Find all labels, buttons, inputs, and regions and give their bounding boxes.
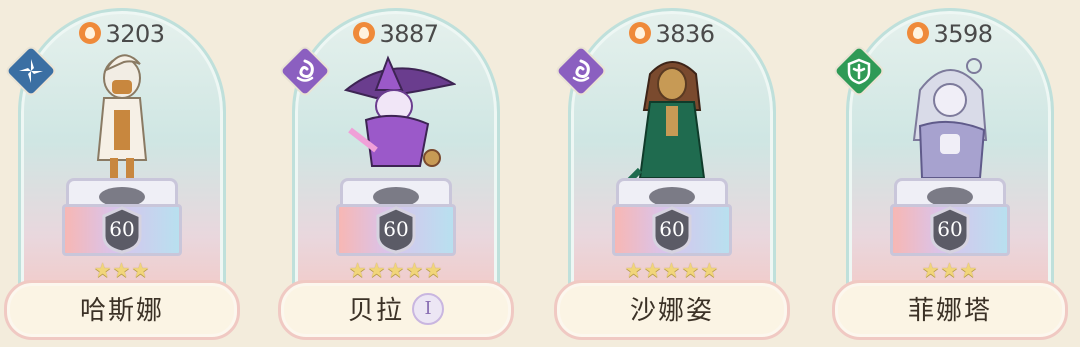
- rank-badge: I: [412, 293, 444, 325]
- flame-icon: [629, 22, 652, 44]
- arcane-swirl-icon: [296, 59, 314, 82]
- flame-icon: [353, 22, 376, 44]
- hero-name: 沙娜姿: [629, 296, 714, 326]
- hero-nameplate: 菲娜塔: [832, 280, 1068, 340]
- arcane-element-icon: [278, 44, 332, 98]
- nature-shield-icon: [847, 58, 871, 85]
- power-value: 3203: [105, 20, 165, 48]
- power-value: 3887: [379, 20, 439, 48]
- wind-element-icon: [4, 44, 58, 98]
- level-badge: 60: [374, 206, 418, 254]
- arcane-swirl-icon: [572, 59, 590, 82]
- flame-icon: [907, 22, 930, 44]
- power-value: 3598: [933, 20, 993, 48]
- star-rating: ★★★: [921, 258, 979, 282]
- level-badge: 60: [650, 206, 694, 254]
- hero-nameplate: 哈斯娜: [4, 280, 240, 340]
- hero-nameplate: 贝拉 I: [278, 280, 514, 340]
- power-value: 3836: [655, 20, 715, 48]
- star-rating: ★★★: [93, 258, 151, 282]
- star-rating: ★★★★★: [348, 258, 444, 282]
- hero-sprite: [343, 55, 456, 167]
- level-badge: 60: [928, 206, 972, 254]
- wind-shuriken-icon: [19, 59, 43, 83]
- hero-sprite: [96, 54, 148, 182]
- hero-name: 贝拉: [347, 296, 404, 326]
- hero-name: 菲娜塔: [907, 296, 992, 326]
- hero-card-hasna[interactable]: 3203 60 ★★★ 哈斯娜: [4, 8, 240, 340]
- nature-element-icon: [832, 44, 886, 98]
- flame-icon: [79, 22, 102, 44]
- arcane-element-icon: [554, 44, 608, 98]
- level-value: 60: [659, 217, 685, 241]
- level-badge: 60: [100, 206, 144, 254]
- level-value: 60: [937, 217, 963, 241]
- hero-card-shanazi[interactable]: 3836 60 ★★★★★ 沙娜姿: [554, 8, 790, 340]
- hero-card-bella[interactable]: 3887 60 ★★★★★ 贝拉 I: [278, 8, 514, 340]
- star-rating: ★★★★★: [624, 258, 720, 282]
- level-value: 60: [383, 217, 409, 241]
- hero-sprite: [912, 58, 988, 179]
- hero-nameplate: 沙娜姿: [554, 280, 790, 340]
- hero-sprite: [625, 61, 706, 185]
- hero-roster: 3203 60 ★★★ 哈斯娜 3887 60 ★★★★★ 贝拉 I 3836 …: [0, 0, 1080, 347]
- level-value: 60: [109, 217, 135, 241]
- hero-name: 哈斯娜: [79, 296, 164, 326]
- hero-card-feinata[interactable]: 3598 60 ★★★ 菲娜塔: [832, 8, 1068, 340]
